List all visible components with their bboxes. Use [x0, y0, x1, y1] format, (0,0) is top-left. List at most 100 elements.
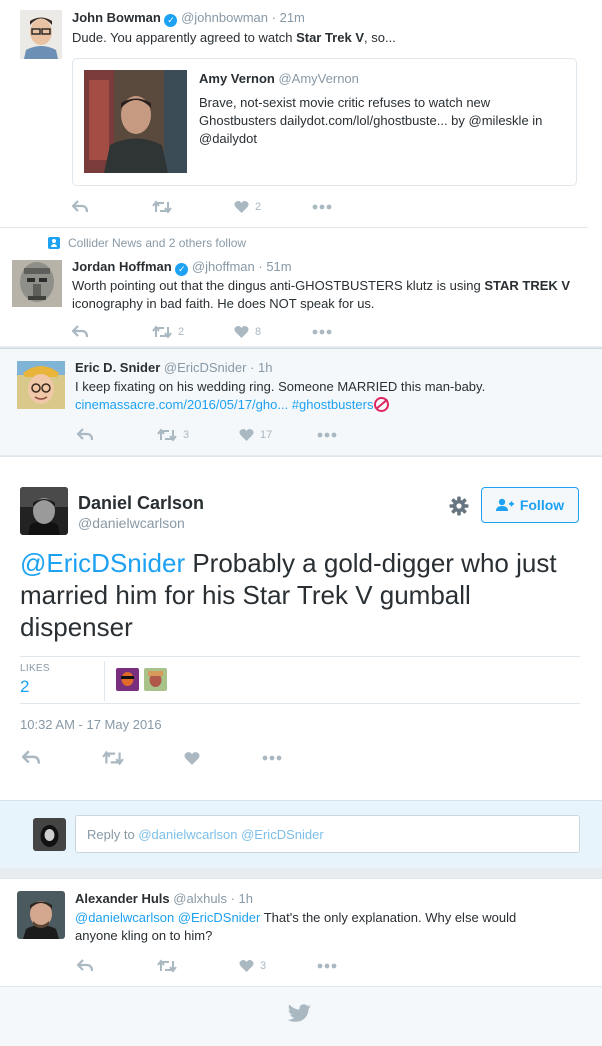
more-button[interactable]: [312, 329, 332, 335]
more-icon: [317, 963, 337, 969]
heart-icon: [234, 201, 249, 213]
retweet-button[interactable]: [102, 750, 184, 766]
divider: [104, 661, 105, 701]
permalink-tweet: Daniel Carlson @danielwcarlson Follow @E…: [0, 456, 602, 800]
heart-icon: [239, 960, 254, 972]
reply-input[interactable]: Reply to @danielwcarlson @EricDSnider: [75, 815, 580, 853]
conversation-page: John Bowman ✓ @johnbowman · 21m Dude. Yo…: [0, 0, 602, 1046]
verified-icon: ✓: [164, 14, 178, 27]
reply-icon: [22, 750, 40, 764]
tweet-time[interactable]: 1h: [239, 891, 253, 906]
tweet-actions: 3 17: [77, 427, 337, 443]
verified-icon: ✓: [175, 263, 189, 276]
add-user-icon: [495, 498, 514, 511]
tweet-timestamp[interactable]: 10:32 AM - 17 May 2016: [20, 717, 162, 732]
retweet-icon: [157, 428, 177, 442]
divider: [20, 656, 580, 657]
retweet-button[interactable]: 2: [152, 325, 234, 339]
more-button[interactable]: [312, 204, 332, 210]
tweet-text: @danielwcarlson @EricDSnider That's the …: [75, 910, 517, 943]
reply-mentions: @danielwcarlson @EricDSnider: [138, 827, 324, 842]
twitter-bird-icon: [288, 1004, 311, 1022]
user-settings-button[interactable]: [448, 495, 470, 517]
quoted-tweet-text: Brave, not-sexist movie critic refuses t…: [199, 95, 543, 146]
more-icon: [312, 329, 332, 335]
tweet-time[interactable]: 51m: [266, 259, 291, 274]
tweet-header: Jordan Hoffman ✓ @jhoffman · 51m: [72, 259, 292, 276]
retweet-button[interactable]: [157, 959, 239, 973]
avatar[interactable]: [20, 487, 68, 535]
like-button[interactable]: 17: [239, 428, 317, 442]
more-button[interactable]: [262, 755, 282, 761]
more-button[interactable]: [317, 963, 337, 969]
quoted-tweet-image: [84, 70, 187, 173]
author-name[interactable]: Daniel Carlson: [78, 493, 204, 514]
reply-button[interactable]: [22, 750, 102, 766]
social-context: Collider News and 2 others follow: [48, 236, 246, 250]
tweet-header: John Bowman ✓ @johnbowman · 21m: [72, 10, 305, 27]
tweet-actions: 2: [72, 199, 332, 215]
reply-icon: [72, 200, 88, 213]
retweet-count: 2: [178, 326, 185, 338]
tweet-text: Dude. You apparently agreed to watch Sta…: [72, 30, 396, 45]
like-count: 8: [255, 326, 262, 338]
tweet-header: Alexander Huls @alxhuls · 1h: [75, 891, 253, 906]
retweet-icon: [157, 959, 177, 973]
more-button[interactable]: [317, 432, 337, 438]
author-handle[interactable]: @alxhuls: [173, 891, 227, 906]
mention-link[interactable]: @danielwcarlson @EricDSnider: [75, 910, 260, 925]
author-name[interactable]: Eric D. Snider: [75, 360, 160, 375]
author-handle[interactable]: @johnbowman: [181, 10, 268, 25]
tweet-time[interactable]: 1h: [258, 360, 272, 375]
tweet-time[interactable]: 21m: [280, 10, 305, 25]
author-name[interactable]: Jordan Hoffman: [72, 259, 172, 274]
reply-button[interactable]: [72, 325, 152, 339]
quoted-author-handle: @AmyVernon: [278, 71, 359, 86]
retweet-icon: [152, 325, 172, 339]
tweet-text: @EricDSnider Probably a gold-digger who …: [20, 548, 557, 642]
retweet-button[interactable]: [152, 200, 234, 214]
liker-avatar[interactable]: [116, 668, 139, 691]
retweet-count: 3: [183, 429, 190, 441]
reply-prefix: Reply to: [87, 827, 139, 842]
avatar[interactable]: [17, 891, 65, 939]
reply-button[interactable]: [72, 200, 152, 214]
author-name[interactable]: John Bowman: [72, 10, 161, 25]
reply-button[interactable]: [77, 959, 157, 973]
like-button[interactable]: [184, 751, 262, 766]
social-context-text[interactable]: Collider News and 2 others follow: [68, 236, 246, 250]
like-button[interactable]: 3: [239, 959, 317, 973]
follow-button[interactable]: Follow: [481, 487, 579, 523]
author-handle[interactable]: @jhoffman: [192, 259, 255, 274]
my-avatar[interactable]: [33, 818, 66, 851]
divider: [20, 703, 580, 704]
parent-tweet: Eric D. Snider @EricDSnider · 1h I keep …: [0, 348, 602, 455]
likes-count[interactable]: 2: [20, 677, 29, 697]
tweet-actions: 3: [77, 958, 337, 974]
heart-icon: [184, 751, 200, 765]
tweet-text: Worth pointing out that the dingus anti-…: [72, 278, 571, 311]
avatar[interactable]: [20, 10, 62, 59]
person-icon: [48, 237, 60, 249]
author-handle[interactable]: @EricDSnider: [164, 360, 247, 375]
avatar[interactable]: [12, 260, 62, 307]
tweet-text: I keep fixating on his wedding ring. Som…: [75, 379, 486, 412]
liker-avatar[interactable]: [144, 668, 167, 691]
quoted-author-name: Amy Vernon: [199, 71, 275, 86]
retweet-button[interactable]: 3: [157, 428, 239, 442]
avatar[interactable]: [17, 361, 65, 409]
tweet-link[interactable]: cinemassacre.com/2016/05/17/gho...: [75, 397, 288, 412]
author-handle[interactable]: @danielwcarlson: [78, 515, 185, 531]
like-button[interactable]: 8: [234, 325, 312, 339]
more-icon: [312, 204, 332, 210]
hashtag-link[interactable]: #ghostbusters: [292, 397, 374, 412]
like-count: 3: [260, 960, 267, 972]
tweet-actions: [22, 750, 282, 766]
heart-icon: [239, 429, 254, 441]
like-count: 2: [255, 201, 262, 213]
mention-link[interactable]: @EricDSnider: [20, 548, 185, 578]
like-button[interactable]: 2: [234, 200, 312, 214]
reply-button[interactable]: [77, 428, 157, 442]
quoted-tweet[interactable]: Amy Vernon @AmyVernon Brave, not-sexist …: [72, 58, 577, 186]
author-name[interactable]: Alexander Huls: [75, 891, 170, 906]
